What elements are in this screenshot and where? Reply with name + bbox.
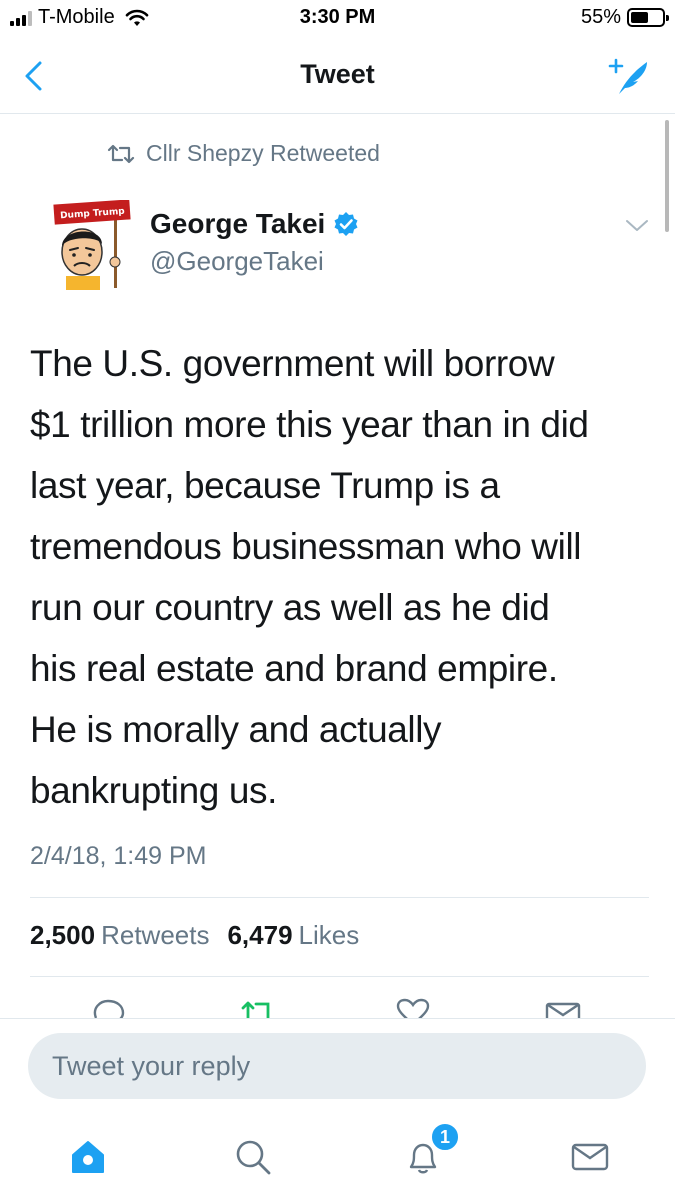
- retweets-stat[interactable]: 2,500 Retweets: [30, 920, 209, 951]
- chevron-down-icon[interactable]: [625, 218, 649, 234]
- divider: [30, 976, 649, 977]
- likes-count: 6,479: [227, 920, 293, 950]
- retweets-count: 2,500: [30, 920, 96, 950]
- tweet-text-line: his real estate and brand empire.: [30, 648, 558, 689]
- retweet-icon[interactable]: [238, 996, 278, 1018]
- battery-percent: 55%: [580, 6, 621, 28]
- battery-level: [631, 12, 648, 23]
- tweet-stats: 2,500 Retweets 6,479 Likes: [30, 920, 359, 951]
- retweets-label: Retweets: [101, 920, 210, 950]
- battery-icon: [627, 8, 669, 27]
- tab-bar: [0, 1114, 675, 1200]
- avatar[interactable]: Dump Trump: [52, 200, 134, 290]
- tweet-detail-screen: T-Mobile 3:30 PM 55% Tweet Cllr Shepzy R…: [0, 0, 675, 1200]
- scrollbar[interactable]: [665, 120, 669, 232]
- tweet-text-line: bankrupting us.: [30, 770, 278, 811]
- page-title: Tweet: [300, 59, 375, 89]
- tweet-actions: [0, 996, 675, 1018]
- messages-icon: [571, 1143, 609, 1171]
- home-icon: [72, 1141, 104, 1173]
- share-icon[interactable]: [543, 996, 583, 1018]
- author-name[interactable]: George Takei: [150, 208, 359, 240]
- tweet-text-line: run our country as well as he did: [30, 587, 550, 628]
- tab-search[interactable]: [228, 1132, 278, 1182]
- retweet-context[interactable]: Cllr Shepzy Retweeted: [106, 140, 380, 167]
- tweet-text: The U.S. government will borrow $1 trill…: [30, 333, 650, 821]
- reply-bar: Tweet your reply: [0, 1018, 675, 1114]
- retweet-context-label: Cllr Shepzy Retweeted: [146, 140, 380, 166]
- status-right: 55%: [580, 6, 669, 29]
- status-time: 3:30 PM: [299, 6, 376, 28]
- author-handle[interactable]: @GeorgeTakei: [150, 246, 324, 277]
- tweet-text-line: last year, because Trump is a: [30, 465, 500, 506]
- status-bar: T-Mobile 3:30 PM 55%: [0, 0, 675, 40]
- compose-tweet-icon[interactable]: [607, 54, 651, 98]
- search-icon: [236, 1140, 271, 1175]
- nav-bar: Tweet: [0, 40, 675, 114]
- reply-input[interactable]: Tweet your reply: [28, 1033, 646, 1099]
- retweet-small-icon: [107, 144, 135, 163]
- likes-label: Likes: [298, 920, 360, 950]
- likes-stat[interactable]: 6,479 Likes: [227, 920, 359, 951]
- divider: [30, 897, 649, 898]
- tab-messages[interactable]: [565, 1132, 615, 1182]
- author-name-text: George Takei: [150, 208, 326, 239]
- tweet-text-line: The U.S. government will borrow: [30, 343, 555, 384]
- verified-badge-icon: [334, 212, 358, 236]
- tweet-text-line: tremendous businessman who will: [30, 526, 582, 567]
- tweet-text-line: $1 trillion more this year than in did: [30, 404, 589, 445]
- reply-icon[interactable]: [88, 996, 128, 1018]
- tweet-timestamp: 2/4/18, 1:49 PM: [30, 842, 207, 870]
- like-icon[interactable]: [393, 996, 433, 1018]
- tab-home[interactable]: [63, 1132, 113, 1182]
- notifications-badge: 1: [430, 1122, 460, 1152]
- tweet-text-line: He is morally and actually: [30, 709, 442, 750]
